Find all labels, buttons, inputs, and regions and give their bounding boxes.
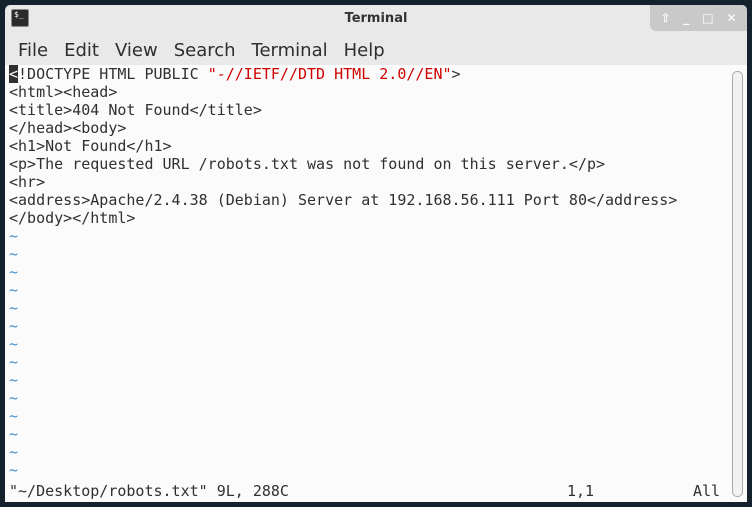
cursor-position: 1,1 [567,482,595,500]
cursor: < [9,65,19,83]
empty-line-tilde: ~ [9,461,19,479]
empty-line-tilde: ~ [9,299,19,317]
empty-line-tilde: ~ [9,443,19,461]
editor-line: </head><body> [9,119,127,137]
menu-help[interactable]: Help [344,40,385,61]
doctype-text: !DOCTYPE HTML PUBLIC [18,65,208,83]
empty-line-tilde: ~ [9,317,19,335]
editor-line: <html><head> [9,83,118,101]
empty-line-tilde: ~ [9,407,19,425]
doctype-end: > [451,65,461,83]
minimize-icon[interactable]: _ [683,11,689,25]
menu-edit[interactable]: Edit [64,40,99,61]
vim-status-line: "~/Desktop/robots.txt" 9L, 288C 1,1 All [9,482,721,500]
empty-line-tilde: ~ [9,389,19,407]
empty-line-tilde: ~ [9,371,19,389]
menu-bar: File Edit View Search Terminal Help [5,35,401,65]
close-icon[interactable]: ✕ [726,11,736,25]
editor-line: <p>The requested URL /robots.txt was not… [9,155,606,173]
empty-line-tilde: ~ [9,353,19,371]
empty-line-tilde: ~ [9,335,19,353]
empty-line-tilde: ~ [9,425,19,443]
editor-line: <!DOCTYPE HTML PUBLIC "-//IETF//DTD HTML… [9,65,677,83]
menu-file[interactable]: File [18,40,48,61]
editor-line: </body></html> [9,209,136,227]
editor-line: <h1>Not Found</h1> [9,137,172,155]
window-controls: ⇧ _ □ ✕ [650,5,747,31]
empty-line-tilde: ~ [9,227,19,245]
scrollbar[interactable] [732,71,743,497]
menu-search[interactable]: Search [174,40,236,61]
keep-above-icon[interactable]: ⇧ [660,11,670,25]
title-bar[interactable]: $_ Terminal ⇧ _ □ ✕ [5,5,747,35]
empty-line-tilde: ~ [9,245,19,263]
terminal-area[interactable]: <!DOCTYPE HTML PUBLIC "-//IETF//DTD HTML… [5,65,747,502]
menu-terminal[interactable]: Terminal [252,40,328,61]
menu-view[interactable]: View [115,40,158,61]
scroll-position: All [693,482,721,500]
file-info: "~/Desktop/robots.txt" 9L, 288C [9,482,289,500]
empty-line-tilde: ~ [9,263,19,281]
editor-line: <title>404 Not Found</title> [9,101,262,119]
editor-line: <address>Apache/2.4.38 (Debian) Server a… [9,191,678,209]
editor-line: <hr> [9,173,46,191]
window-title: Terminal [344,11,408,26]
terminal-window: $_ Terminal ⇧ _ □ ✕ File Edit View Searc… [5,5,747,502]
maximize-icon[interactable]: □ [702,11,713,25]
doctype-string: "-//IETF//DTD HTML 2.0//EN" [207,65,452,83]
editor-buffer: <!DOCTYPE HTML PUBLIC "-//IETF//DTD HTML… [9,65,677,479]
empty-line-tilde: ~ [9,281,19,299]
